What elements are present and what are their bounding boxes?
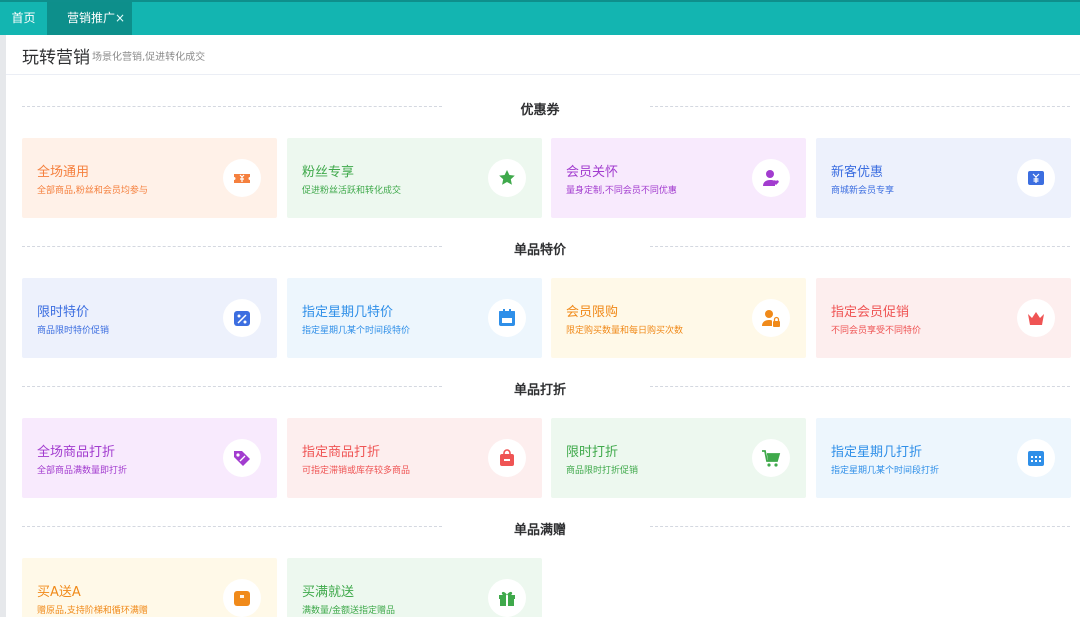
card-title: 会员关怀 [566, 165, 619, 180]
card-title: 指定商品打折 [302, 445, 381, 460]
card-title: 买A送A [37, 585, 81, 600]
card-description: 商城新会员专享 [831, 186, 895, 196]
promo-card[interactable]: 指定星期几打折指定星期几某个时间段打折 [816, 418, 1071, 498]
card-description: 全部商品,粉丝和会员均参与 [37, 186, 148, 196]
close-icon[interactable]: × [115, 2, 125, 35]
section-divider-left [22, 246, 442, 247]
section-title: 优惠券 [520, 103, 560, 118]
card-title: 全场商品打折 [37, 445, 116, 460]
section-title: 单品特价 [513, 243, 566, 258]
card-description: 满数量/金额送指定赠品 [302, 606, 396, 616]
card-title: 会员限购 [566, 305, 619, 320]
section-divider-left [22, 386, 442, 387]
calendar-icon [488, 299, 526, 337]
page-header: 玩转营销 场景化营销,促进转化成交 [6, 35, 1080, 75]
card-description: 指定星期几某个时间段打折 [831, 466, 940, 476]
card-title: 全场通用 [37, 165, 90, 180]
cart-icon [752, 439, 790, 477]
tab-marketing-label: 营销推广 [67, 11, 116, 25]
card-description: 赠原品,支持阶梯和循环满赠 [37, 606, 148, 616]
crown-icon [1017, 299, 1055, 337]
coupon-ticket-icon [223, 159, 261, 197]
card-description: 促进粉丝活跃和转化成交 [302, 186, 402, 196]
promo-card[interactable]: 新客优惠商城新会员专享 [816, 138, 1071, 218]
new-customer-ticket-icon [1017, 159, 1055, 197]
promo-card[interactable]: 会员关怀量身定制,不同会员不同优惠 [551, 138, 806, 218]
card-title: 指定星期几打折 [831, 445, 923, 460]
promo-card[interactable]: 限时打折商品限时打折促销 [551, 418, 806, 498]
card-title: 新客优惠 [831, 165, 884, 180]
card-title: 限时特价 [37, 305, 90, 320]
card-description: 量身定制,不同会员不同优惠 [566, 186, 677, 196]
promo-card[interactable]: 全场商品打折全部商品满数量即打折 [22, 418, 277, 498]
card-title: 指定会员促销 [831, 305, 910, 320]
promo-card[interactable]: 买A送A 赠原品,支持阶梯和循环满赠 [22, 558, 277, 617]
card-description: 商品限时打折促销 [566, 466, 639, 476]
discount-tag-icon [223, 439, 261, 477]
card-title: 粉丝专享 [302, 165, 355, 180]
tab-marketing[interactable]: 营销推广 × [47, 2, 132, 35]
card-title: 限时打折 [566, 445, 619, 460]
gift-box-icon [223, 579, 261, 617]
promo-card[interactable]: 买满就送满数量/金额送指定赠品 [287, 558, 542, 617]
card-description: 可指定滞销或库存较多商品 [302, 466, 411, 476]
card-title: 买满就送 [302, 585, 355, 600]
card-title: 指定星期几特价 [302, 305, 394, 320]
card-description: 不同会员享受不同特价 [831, 326, 922, 336]
section-divider-right [650, 386, 1070, 387]
member-heart-icon [752, 159, 790, 197]
promo-card[interactable]: 限时特价商品限时特价促销 [22, 278, 277, 358]
section-divider-right [650, 246, 1070, 247]
section-title: 单品满赠 [513, 523, 566, 538]
section-divider-right [650, 106, 1070, 107]
section-divider-right [650, 526, 1070, 527]
gift-icon [488, 579, 526, 617]
promo-card[interactable]: 全场通用全部商品,粉丝和会员均参与 [22, 138, 277, 218]
section-divider-left [22, 526, 442, 527]
promo-card[interactable]: 指定会员促销不同会员享受不同特价 [816, 278, 1071, 358]
card-description: 商品限时特价促销 [37, 326, 110, 336]
card-description: 指定星期几某个时间段特价 [302, 326, 411, 336]
section-title: 单品打折 [513, 383, 566, 398]
calendar-grid-icon [1017, 439, 1055, 477]
promo-card[interactable]: 指定星期几特价指定星期几某个时间段特价 [287, 278, 542, 358]
star-icon [488, 159, 526, 197]
percent-tag-icon [223, 299, 261, 337]
page-title: 玩转营销 [22, 48, 90, 68]
section-divider-left [22, 106, 442, 107]
shopping-bag-icon [488, 439, 526, 477]
promo-card[interactable]: 粉丝专享促进粉丝活跃和转化成交 [287, 138, 542, 218]
page-subtitle: 场景化营销,促进转化成交 [92, 52, 206, 63]
card-description: 限定购买数量和每日购买次数 [566, 326, 684, 336]
card-description: 全部商品满数量即打折 [37, 466, 128, 476]
promo-card[interactable]: 会员限购限定购买数量和每日购买次数 [551, 278, 806, 358]
top-tab-bar: 首页 营销推广 × [0, 0, 1080, 35]
promo-card[interactable]: 指定商品打折可指定滞销或库存较多商品 [287, 418, 542, 498]
member-lock-icon [752, 299, 790, 337]
tab-home[interactable]: 首页 [0, 2, 47, 35]
